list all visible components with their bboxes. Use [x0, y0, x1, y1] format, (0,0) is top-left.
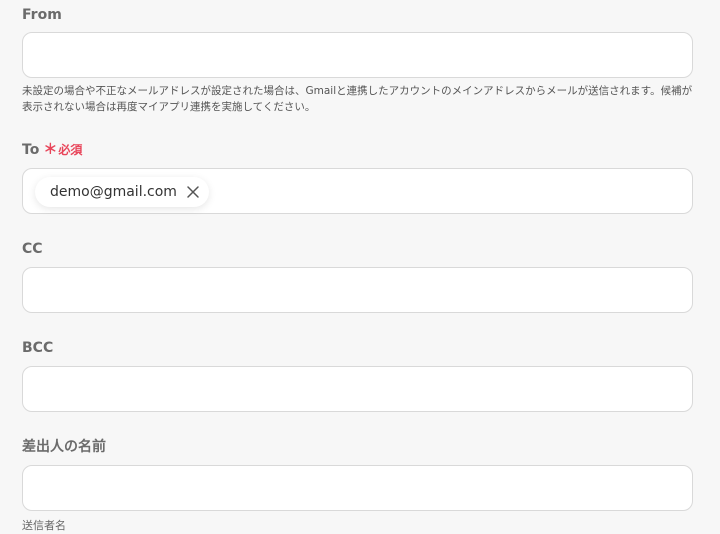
recipient-chip: demo@gmail.com — [35, 177, 209, 207]
required-badge: 必須 — [58, 143, 83, 157]
to-input[interactable]: demo@gmail.com — [22, 168, 693, 214]
bcc-input[interactable] — [22, 366, 693, 412]
sender-name-help-text: 送信者名 — [22, 519, 66, 532]
from-input[interactable] — [22, 32, 693, 78]
from-label: From — [22, 7, 62, 23]
sender-name-input[interactable] — [22, 465, 693, 511]
cc-input[interactable] — [22, 267, 693, 313]
bcc-field-group: BCC — [22, 339, 693, 412]
from-field-group: From 未設定の場合や不正なメールアドレスが設定された場合は、Gmailと連携… — [22, 6, 693, 115]
recipient-chip-label: demo@gmail.com — [50, 184, 177, 200]
cc-field-group: CC — [22, 240, 693, 313]
close-icon[interactable] — [185, 184, 201, 200]
bcc-label: BCC — [22, 340, 54, 356]
email-settings-form: From 未設定の場合や不正なメールアドレスが設定された場合は、Gmailと連携… — [0, 0, 720, 534]
required-asterisk-icon: ＊ — [43, 142, 58, 158]
to-label: To ＊必須 — [22, 141, 693, 159]
to-field-group: To ＊必須 demo@gmail.com — [22, 141, 693, 214]
sender-name-label: 差出人の名前 — [22, 439, 106, 455]
from-help-text: 未設定の場合や不正なメールアドレスが設定された場合は、Gmailと連携したアカウ… — [22, 85, 693, 113]
to-label-text: To — [22, 142, 40, 158]
sender-name-field-group: 差出人の名前 送信者名 — [22, 438, 693, 533]
cc-label: CC — [22, 241, 43, 257]
